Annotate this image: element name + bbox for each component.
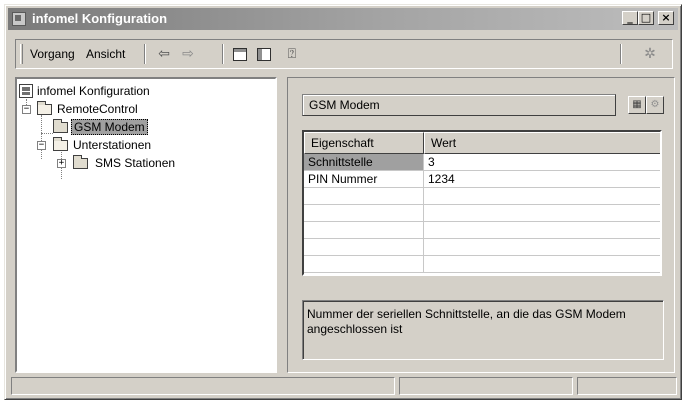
- folder-icon: [53, 119, 68, 133]
- folder-open-icon: [53, 137, 68, 151]
- status-panel: [399, 377, 573, 395]
- tree-item-label: RemoteControl: [57, 102, 138, 116]
- tree-item-label: SMS Stationen: [95, 156, 176, 170]
- properties-icon[interactable]: ▦: [628, 96, 646, 114]
- action-icon[interactable]: ✲: [640, 44, 660, 64]
- title-bar[interactable]: infomel Konfiguration _ □ ×: [8, 8, 678, 30]
- status-panel: [11, 377, 395, 395]
- tree-item-remotecontrol[interactable]: − RemoteControl: [21, 101, 271, 117]
- show-hide-tree-icon[interactable]: [254, 44, 274, 64]
- table-row[interactable]: Schnittstelle 3: [304, 154, 660, 171]
- maximize-button[interactable]: □: [638, 11, 654, 25]
- collapse-icon[interactable]: −: [37, 141, 46, 150]
- empty-row: [304, 205, 660, 222]
- empty-row: [304, 222, 660, 239]
- toolbar-separator: [222, 44, 224, 64]
- minimize-button[interactable]: _: [622, 11, 638, 25]
- property-value[interactable]: 3: [428, 155, 435, 169]
- computer-icon: [19, 84, 33, 98]
- details-pane: GSM Modem ▦ ⚙ Eigenschaft Wert Schnittst…: [287, 77, 675, 373]
- tree-item-label: infomel Konfiguration: [37, 84, 150, 98]
- tree-item-root[interactable]: infomel Konfiguration: [19, 83, 269, 99]
- property-grid[interactable]: Eigenschaft Wert Schnittstelle 3 PIN Num…: [302, 130, 662, 276]
- property-name: PIN Nummer: [304, 171, 424, 187]
- app-icon: [12, 12, 26, 26]
- details-header-text: GSM Modem: [309, 98, 380, 112]
- collapse-icon[interactable]: −: [22, 105, 31, 114]
- tree-item-label: GSM Modem: [71, 119, 148, 135]
- toolbar-grip[interactable]: [20, 44, 23, 64]
- tree-item-label: Unterstationen: [73, 138, 152, 152]
- window-title: infomel Konfiguration: [32, 11, 168, 26]
- empty-row: [304, 256, 660, 273]
- toolbar: Vorgang Ansicht ⇦ ⇨ ⍰ ✲: [15, 39, 673, 69]
- column-header-value[interactable]: Wert: [424, 132, 660, 154]
- table-row[interactable]: PIN Nummer 1234: [304, 171, 660, 188]
- description-box: Nummer der seriellen Schnittstelle, an d…: [302, 300, 664, 360]
- toolbar-separator: [620, 44, 622, 64]
- tree-item-gsm-modem[interactable]: GSM Modem: [53, 119, 253, 135]
- arrow-left-icon[interactable]: ⇦: [154, 44, 174, 64]
- description-text: Nummer der seriellen Schnittstelle, an d…: [307, 307, 626, 336]
- menu-ansicht[interactable]: Ansicht: [86, 47, 125, 61]
- tree-item-sms-stationen[interactable]: + SMS Stationen: [57, 155, 267, 171]
- settings-icon[interactable]: ⚙: [646, 96, 664, 114]
- empty-row: [304, 239, 660, 256]
- close-button[interactable]: ×: [658, 11, 674, 25]
- arrow-right-icon[interactable]: ⇨: [178, 44, 198, 64]
- up-one-level-icon[interactable]: [230, 44, 250, 64]
- help-icon[interactable]: ⍰: [282, 44, 302, 64]
- property-value[interactable]: 1234: [428, 172, 455, 186]
- column-header-property[interactable]: Eigenschaft: [304, 132, 424, 154]
- tree-pane[interactable]: infomel Konfiguration − RemoteControl GS…: [15, 77, 277, 373]
- details-header: GSM Modem: [302, 94, 616, 116]
- property-name: Schnittstelle: [304, 154, 424, 170]
- folder-open-icon: [37, 101, 52, 115]
- expand-icon[interactable]: +: [57, 159, 66, 168]
- app-window: infomel Konfiguration _ □ × Vorgang Ansi…: [4, 4, 682, 400]
- empty-row: [304, 188, 660, 205]
- status-bar: [11, 377, 677, 397]
- status-panel: [577, 377, 677, 395]
- toolbar-separator: [144, 44, 146, 64]
- folder-icon: [73, 155, 88, 169]
- tree-item-unterstationen[interactable]: − Unterstationen: [37, 137, 267, 153]
- menu-vorgang[interactable]: Vorgang: [30, 47, 75, 61]
